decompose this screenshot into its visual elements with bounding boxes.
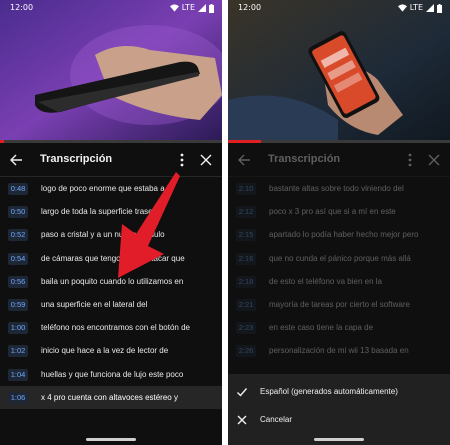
transcript-row[interactable]: 2:15 apartado lo podía haber hecho mejor … bbox=[228, 223, 450, 246]
transcript-row[interactable]: 1:02 inicio que hace a la vez de lector d… bbox=[0, 339, 222, 362]
transcript-text: bastante altas sobre todo viniendo del bbox=[269, 184, 404, 193]
transcript-text: inicio que hace a la vez de lector de bbox=[41, 346, 169, 356]
close-icon bbox=[237, 415, 247, 425]
timestamp-badge[interactable]: 0:50 bbox=[8, 206, 28, 219]
transcript-row[interactable]: 0:50 largo de toda la superficie trasera bbox=[0, 200, 222, 223]
video-player[interactable] bbox=[0, 0, 222, 143]
transcript-row[interactable]: 0:48 logo de poco enorme que estaba a lo bbox=[0, 177, 222, 200]
transcript-row[interactable]: 2:12 poco x 3 pro así que si a mí en este bbox=[228, 200, 450, 223]
cancel-option[interactable]: Cancelar bbox=[228, 406, 450, 434]
language-option-label: Español (generados automáticamente) bbox=[260, 387, 398, 396]
transcript-text: mayoría de tareas por cierto el software bbox=[269, 299, 410, 309]
timestamp-badge[interactable]: 2:18 bbox=[236, 275, 256, 288]
timestamp-badge[interactable]: 2:15 bbox=[236, 229, 256, 242]
back-arrow-icon[interactable] bbox=[236, 152, 252, 168]
transcript-list: 0:48 logo de poco enorme que estaba a lo … bbox=[0, 177, 222, 409]
transcript-row[interactable]: 0:54 de cámaras que tengo que destacar qu… bbox=[0, 247, 222, 270]
transcript-text: una superficie en el lateral del bbox=[41, 299, 148, 309]
signal-icon bbox=[198, 4, 206, 12]
timestamp-badge[interactable]: 1:04 bbox=[8, 368, 28, 381]
transcript-text: que no cunda el pánico porque más allá bbox=[269, 253, 411, 263]
transcript-row-active[interactable]: 1:06 x 4 pro cuenta con altavoces estéreo… bbox=[0, 385, 222, 409]
close-icon[interactable] bbox=[198, 152, 214, 168]
signal-icon bbox=[426, 4, 434, 12]
timestamp-badge[interactable]: 0:59 bbox=[8, 298, 28, 311]
timestamp-badge[interactable]: 2:10 bbox=[236, 183, 256, 195]
transcript-row[interactable]: 0:52 paso a cristal y a un nuevo módulo bbox=[0, 223, 222, 246]
battery-icon bbox=[209, 3, 214, 13]
timestamp-badge[interactable]: 2:26 bbox=[236, 345, 256, 358]
battery-icon bbox=[437, 3, 442, 13]
more-options-icon[interactable] bbox=[178, 152, 186, 168]
status-bar: 12:00 LTE bbox=[0, 0, 222, 16]
transcript-text: x 4 pro cuenta con altavoces estéreo y bbox=[41, 392, 178, 402]
transcript-text: poco x 3 pro así que si a mí en este bbox=[269, 207, 396, 217]
transcript-row[interactable]: 2:10 bastante altas sobre todo viniendo d… bbox=[228, 177, 450, 200]
more-options-icon[interactable] bbox=[406, 152, 414, 168]
left-phone-screen: 12:00 LTE Transcripción 0:48 logo de poc… bbox=[0, 0, 222, 445]
video-frame bbox=[228, 0, 450, 143]
timestamp-badge[interactable]: 2:16 bbox=[236, 252, 256, 265]
transcript-row[interactable]: 2:18 de esto el teléfono va bien en la bbox=[228, 270, 450, 293]
transcript-row[interactable]: 1:00 teléfono nos encontramos con el botó… bbox=[0, 316, 222, 339]
cancel-option-label: Cancelar bbox=[260, 415, 293, 424]
transcript-title: Transcripción bbox=[40, 153, 113, 165]
transcript-header: Transcripción bbox=[0, 143, 222, 177]
transcript-title: Transcripción bbox=[268, 153, 341, 165]
transcript-row[interactable]: 0:56 baila un poquito cuando lo utilizamo… bbox=[0, 270, 222, 293]
timestamp-badge[interactable]: 0:52 bbox=[8, 229, 28, 242]
timestamp-badge[interactable]: 2:12 bbox=[236, 206, 256, 219]
transcript-header: Transcripción bbox=[228, 143, 450, 177]
transcript-row[interactable]: 2:21 mayoría de tareas por cierto el soft… bbox=[228, 293, 450, 316]
transcript-row[interactable]: 0:59 una superficie en el lateral del bbox=[0, 293, 222, 316]
close-icon[interactable] bbox=[426, 152, 442, 168]
home-indicator bbox=[86, 438, 136, 441]
network-label: LTE bbox=[181, 3, 195, 12]
transcript-row[interactable]: 2:23 en este caso tiene la capa de bbox=[228, 316, 450, 339]
timestamp-badge[interactable]: 0:56 bbox=[8, 275, 28, 288]
transcript-list: 2:10 bastante altas sobre todo viniendo d… bbox=[228, 177, 450, 363]
timestamp-badge[interactable]: 1:06 bbox=[8, 391, 28, 404]
timestamp-badge[interactable]: 2:21 bbox=[236, 298, 256, 311]
video-frame bbox=[0, 0, 222, 143]
language-option[interactable]: Español (generados automáticamente) bbox=[228, 378, 450, 406]
status-time: 12:00 bbox=[10, 3, 34, 12]
check-icon bbox=[237, 388, 248, 397]
transcript-text: huellas y que funciona de lujo este poco bbox=[41, 369, 184, 379]
transcript-panel: Transcripción 0:48 logo de poco enorme qu… bbox=[0, 143, 222, 445]
transcript-row[interactable]: 2:16 que no cunda el pánico porque más al… bbox=[228, 247, 450, 270]
video-player[interactable] bbox=[228, 0, 450, 143]
transcript-text: apartado lo podía haber hecho mejor pero bbox=[269, 230, 419, 240]
timestamp-badge[interactable]: 2:23 bbox=[236, 322, 256, 335]
wifi-icon bbox=[397, 4, 407, 12]
timestamp-badge[interactable]: 1:00 bbox=[8, 322, 28, 335]
back-arrow-icon[interactable] bbox=[8, 152, 24, 168]
right-phone-screen: 12:00 LTE Transcripción 2:10 bastante al… bbox=[228, 0, 450, 445]
language-bottom-sheet: Español (generados automáticamente) Canc… bbox=[228, 374, 450, 445]
network-label: LTE bbox=[409, 3, 423, 12]
transcript-text: teléfono nos encontramos con el botón de bbox=[41, 323, 190, 333]
transcript-text: en este caso tiene la capa de bbox=[269, 323, 374, 333]
red-pointer-arrow-icon bbox=[118, 172, 180, 278]
home-indicator bbox=[314, 438, 364, 441]
transcript-text: de esto el teléfono va bien en la bbox=[269, 276, 382, 286]
timestamp-badge[interactable]: 0:48 bbox=[8, 183, 28, 195]
timestamp-badge[interactable]: 0:54 bbox=[8, 252, 28, 265]
status-time: 12:00 bbox=[238, 3, 262, 12]
wifi-icon bbox=[169, 4, 179, 12]
timestamp-badge[interactable]: 1:02 bbox=[8, 345, 28, 358]
transcript-text: personalización de mi wii 13 basada en bbox=[269, 346, 409, 356]
transcript-row[interactable]: 2:26 personalización de mi wii 13 basada … bbox=[228, 339, 450, 362]
transcript-row[interactable]: 1:04 huellas y que funciona de lujo este … bbox=[0, 363, 222, 386]
status-bar: 12:00 LTE bbox=[228, 0, 450, 16]
